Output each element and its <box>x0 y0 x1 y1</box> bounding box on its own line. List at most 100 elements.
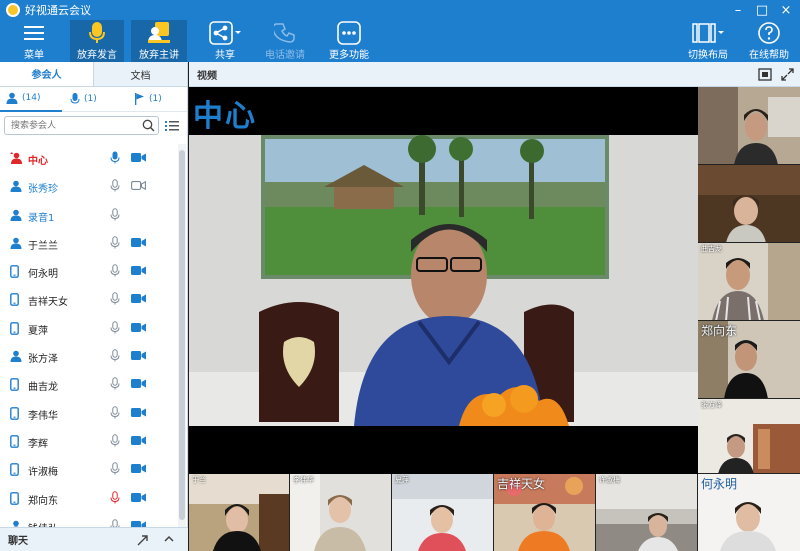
microphone-icon <box>87 20 107 46</box>
screenshot-icon[interactable] <box>758 68 772 81</box>
tile-name: 李伟华 <box>293 476 314 484</box>
host-icon <box>10 152 23 167</box>
camera-icon[interactable] <box>131 378 146 392</box>
participant-row[interactable]: 李伟华 <box>0 399 178 427</box>
camera-icon[interactable] <box>131 350 146 364</box>
tile-name: 夏萍 <box>395 476 409 484</box>
microphone-icon[interactable] <box>110 292 120 308</box>
camera-icon[interactable] <box>131 463 146 477</box>
phone-invite-button[interactable]: 电话邀请 <box>262 20 308 62</box>
give-up-speaking-button[interactable]: 放弃发言 <box>70 20 124 62</box>
participant-row[interactable]: 录音1 <box>0 201 178 229</box>
camera-icon[interactable] <box>131 435 146 449</box>
more-functions-button[interactable]: 更多功能 <box>326 20 372 62</box>
participant-row[interactable]: 许淑梅 <box>0 455 178 483</box>
participant-row[interactable]: 张方泽 <box>0 342 178 370</box>
microphone-icon[interactable] <box>110 405 120 422</box>
main-video-scene <box>189 87 698 474</box>
popout-icon[interactable] <box>137 534 149 546</box>
participant-row[interactable]: 曲吉龙 <box>0 370 178 398</box>
participant-row[interactable]: 于兰兰 <box>0 229 178 257</box>
side-video-tile[interactable]: 张方泽 <box>698 399 800 474</box>
bottom-video-tile[interactable]: 夏萍 <box>392 474 494 551</box>
title-bar: 好视通云会议 – □ × <box>0 0 800 20</box>
filter-all[interactable]: (14) <box>0 87 62 112</box>
chevron-up-icon[interactable] <box>163 533 175 545</box>
mobile-icon <box>10 463 19 479</box>
side-video-tile[interactable]: 曲吉龙 <box>698 243 800 321</box>
microphone-icon[interactable] <box>110 462 120 478</box>
filter-mic[interactable]: (1) <box>62 93 124 105</box>
window-controls: – □ × <box>726 0 798 20</box>
camera-icon[interactable] <box>131 520 146 527</box>
participant-row[interactable]: 中心 <box>0 144 178 172</box>
hamburger-icon <box>23 20 45 46</box>
side-video-tile[interactable]: 郑向东 <box>698 321 800 399</box>
help-icon <box>757 20 781 46</box>
camera-icon[interactable] <box>131 180 146 194</box>
list-view-icon[interactable] <box>165 120 179 132</box>
filter-raised[interactable]: (1) <box>124 93 186 105</box>
participant-row[interactable]: 郑向东 <box>0 484 178 512</box>
give-up-presenter-button[interactable]: 放弃主讲 <box>131 20 187 62</box>
side-video-tile[interactable] <box>698 165 800 243</box>
share-button[interactable]: 共享 <box>205 20 245 62</box>
microphone-icon[interactable] <box>110 264 120 280</box>
microphone-icon[interactable] <box>110 151 120 167</box>
maximize-icon[interactable]: □ <box>750 0 774 20</box>
bottom-video-tile[interactable]: 李伟华 <box>290 474 392 551</box>
microphone-icon[interactable] <box>110 207 120 224</box>
participant-scrollbar[interactable] <box>178 144 186 527</box>
microphone-icon[interactable] <box>110 377 120 393</box>
participant-row[interactable]: 何永明 <box>0 257 178 285</box>
bottom-video-tile[interactable]: 许淑梅 <box>596 474 698 551</box>
tab-participants[interactable]: 参会人 <box>0 62 93 86</box>
participant-row[interactable]: 张秀珍 <box>0 172 178 200</box>
camera-icon[interactable] <box>131 152 146 166</box>
scroll-thumb[interactable] <box>179 150 185 520</box>
microphone-icon[interactable] <box>110 434 120 450</box>
camera-icon[interactable] <box>131 407 146 421</box>
bottom-video-tile[interactable]: 于兰 <box>189 474 290 551</box>
close-icon[interactable]: × <box>774 0 798 20</box>
minimize-icon[interactable]: – <box>726 0 750 20</box>
camera-icon[interactable] <box>131 293 146 307</box>
main-video[interactable]: 中心 <box>189 87 698 474</box>
participant-name: 录音1 <box>28 212 55 224</box>
camera-icon[interactable] <box>131 492 146 506</box>
search-row <box>4 116 183 135</box>
camera-icon[interactable] <box>131 322 146 336</box>
bottom-video-tile[interactable]: 吉祥天女 <box>494 474 596 551</box>
participant-row[interactable]: 吉祥天女 <box>0 285 178 313</box>
filter-mic-count: (1) <box>84 94 97 104</box>
microphone-icon[interactable] <box>110 236 120 252</box>
more-icon <box>336 20 362 46</box>
microphone-icon[interactable] <box>110 349 120 365</box>
chat-label: 聊天 <box>8 536 28 547</box>
participant-row[interactable]: 钱佳弘 <box>0 512 178 527</box>
participant-row[interactable]: 夏萍 <box>0 314 178 342</box>
participant-row[interactable]: 李辉 <box>0 427 178 455</box>
fullscreen-icon[interactable] <box>781 68 794 81</box>
bottom-video-tile[interactable]: 何永明 <box>698 474 800 551</box>
online-help-button[interactable]: 在线帮助 <box>746 20 792 62</box>
person-icon <box>6 92 18 104</box>
microphone-icon[interactable] <box>110 321 120 337</box>
side-video-tile[interactable] <box>698 87 800 165</box>
participant-name: 何永明 <box>28 269 58 281</box>
microphone-icon[interactable] <box>110 490 120 507</box>
participant-name: 张方泽 <box>28 354 58 366</box>
tile-video-scene <box>698 87 800 164</box>
camera-icon[interactable] <box>131 237 146 251</box>
camera-icon[interactable] <box>131 265 146 279</box>
microphone-icon[interactable] <box>110 179 120 195</box>
microphone-icon[interactable] <box>110 519 120 527</box>
participant-list: 中心张秀珍录音1 于兰兰何永明吉祥天女夏萍张方泽曲吉龙李伟华李辉许淑梅郑向东钱佳弘 <box>0 144 178 527</box>
chat-bar[interactable]: 聊天 <box>0 527 188 551</box>
search-icon[interactable] <box>142 119 155 132</box>
switch-layout-button[interactable]: 切换布局 <box>684 20 732 62</box>
mobile-icon <box>10 265 19 281</box>
search-input[interactable] <box>5 117 135 134</box>
menu-button[interactable]: 菜单 <box>10 20 58 62</box>
tab-documents[interactable]: 文档 <box>93 62 187 86</box>
